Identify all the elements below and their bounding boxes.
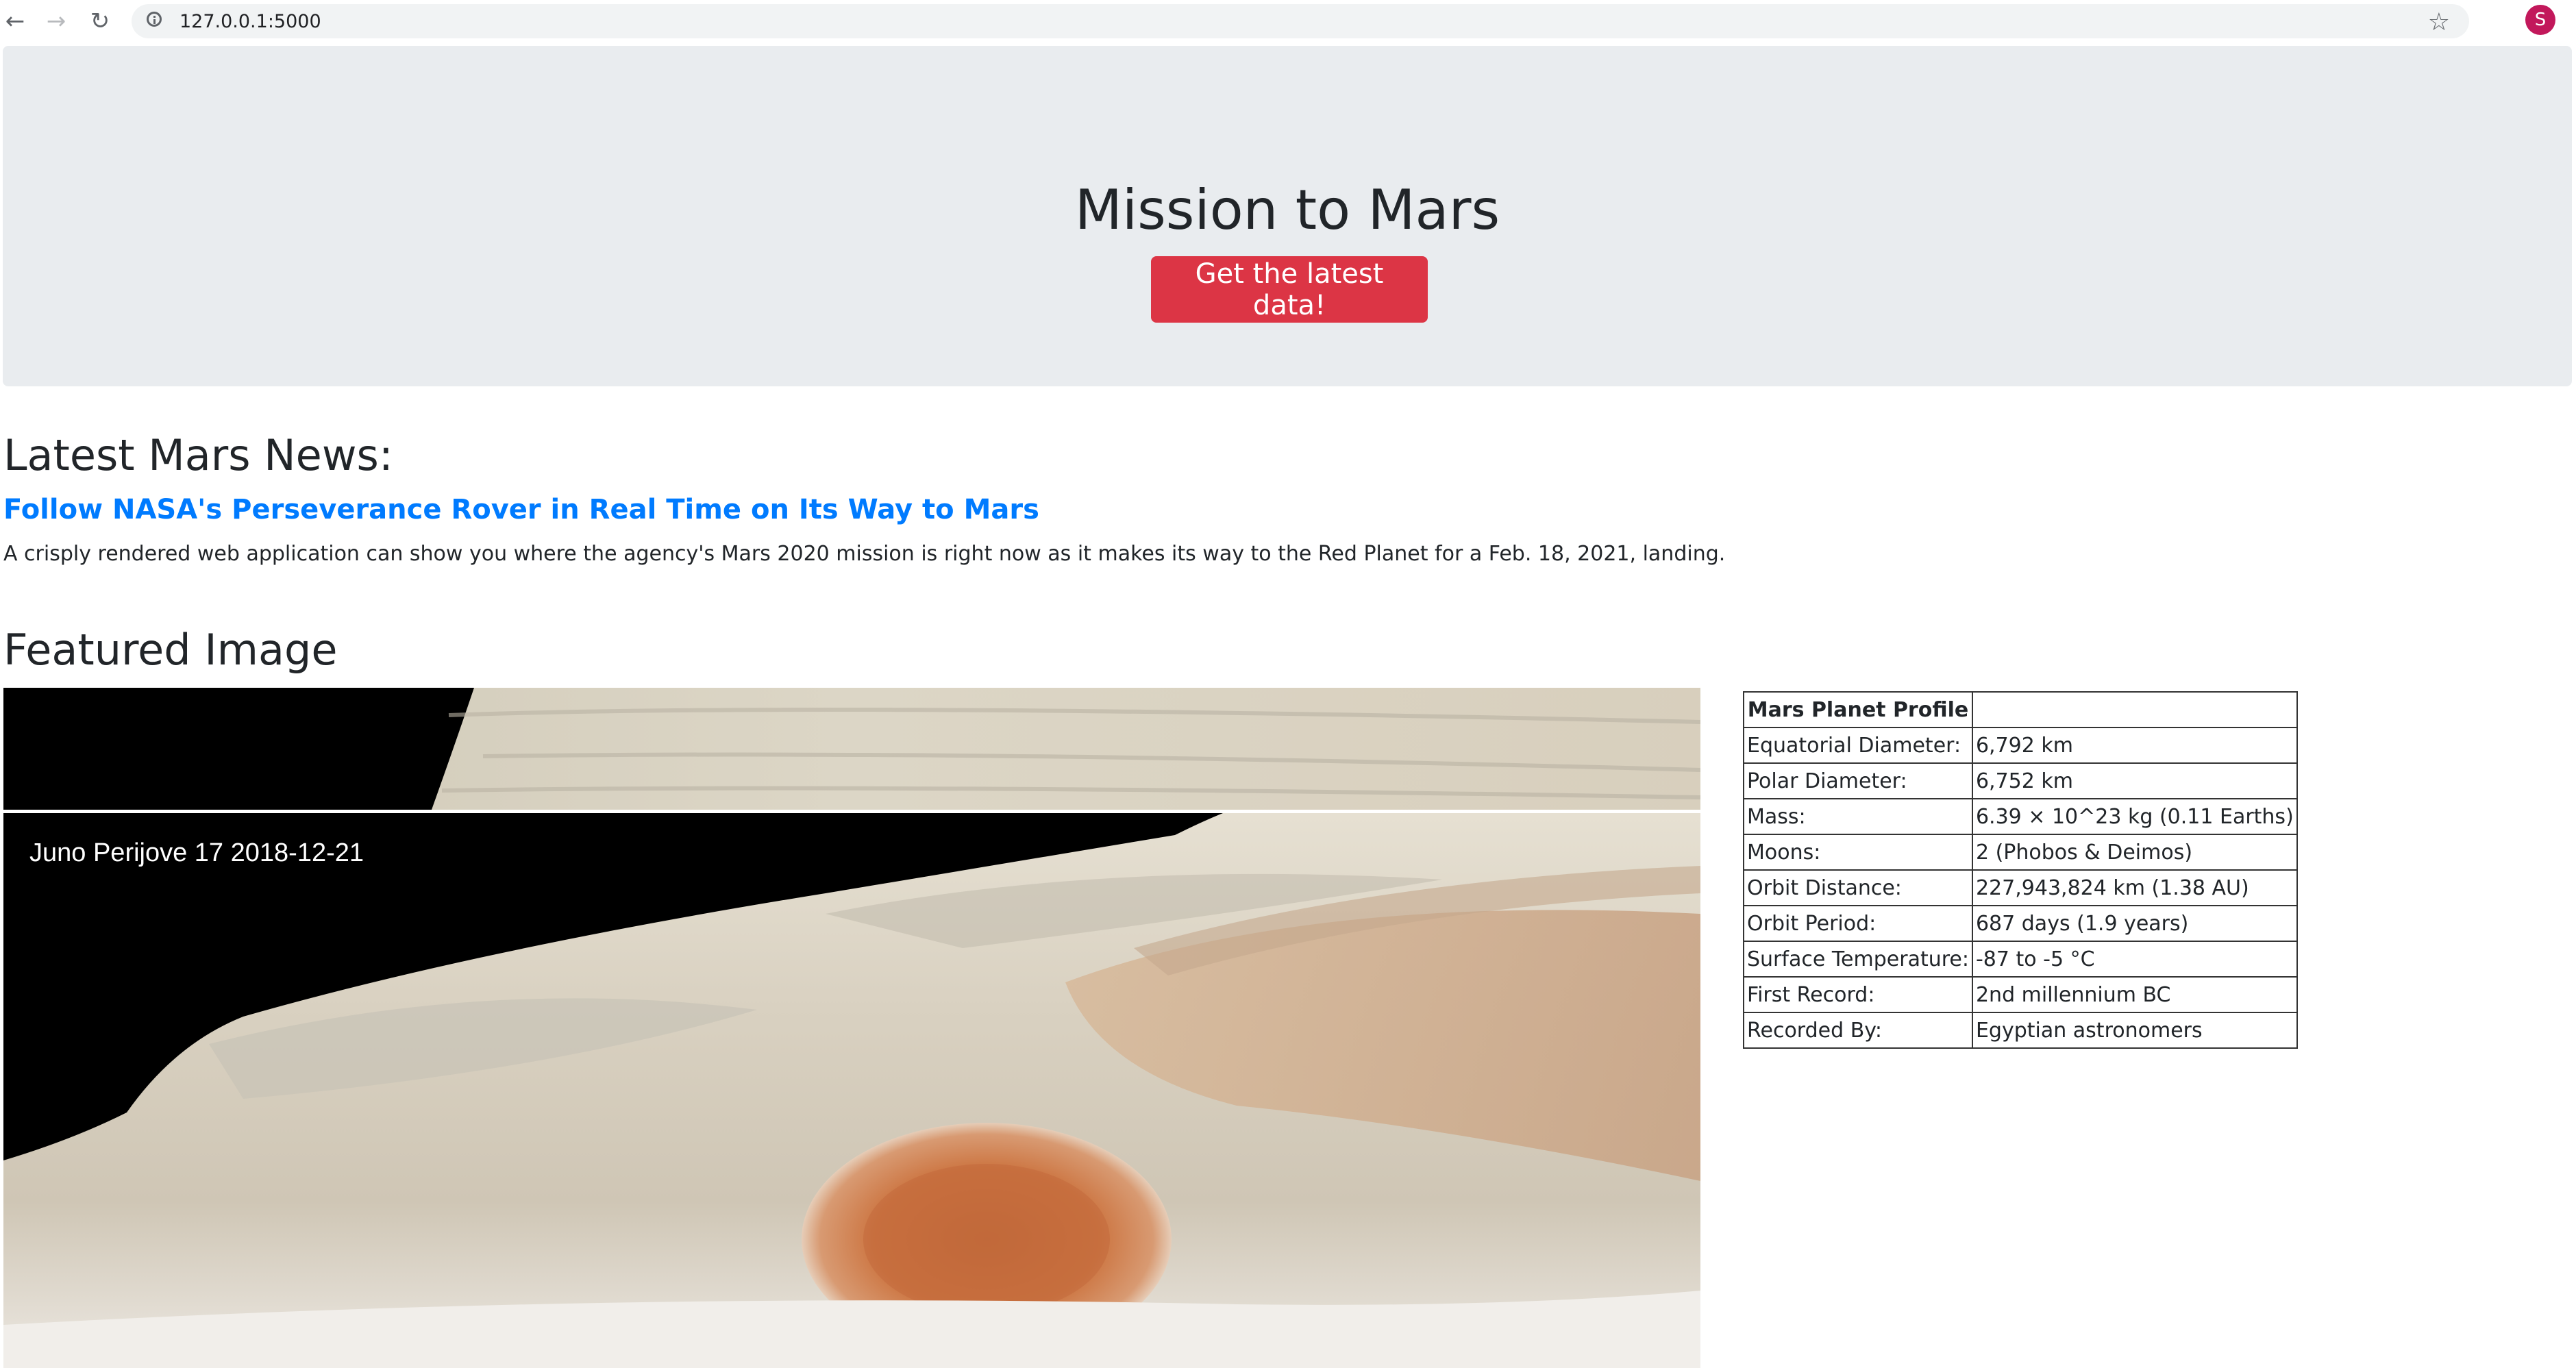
table-row: First Record: 2nd millennium BC (1743, 976, 2298, 1013)
profile-avatar[interactable]: S (2525, 5, 2555, 35)
fact-value: 227,943,824 km (1.38 AU) (1971, 869, 2298, 906)
featured-image-heading: Featured Image (3, 625, 338, 675)
fact-label: Recorded By: (1743, 1012, 1973, 1049)
url-text[interactable]: 127.0.0.1:5000 (179, 11, 321, 32)
table-header-value (1971, 691, 2298, 728)
featured-image: Juno Perijove 17 2018-12-21 (3, 688, 1700, 1368)
fact-value: 2nd millennium BC (1971, 976, 2298, 1013)
news-teaser: A crisply rendered web application can s… (3, 542, 1726, 566)
fact-label: Surface Temperature: (1743, 941, 1973, 978)
table-row: Moons: 2 (Phobos & Deimos) (1743, 834, 2298, 871)
fact-label: Mass: (1743, 798, 1973, 835)
news-heading: Latest Mars News: (3, 430, 393, 480)
table-row: Orbit Period: 687 days (1.9 years) (1743, 905, 2298, 942)
page-title: Mission to Mars (1074, 178, 1500, 242)
address-bar[interactable]: 127.0.0.1:5000 ☆ (132, 4, 2469, 38)
fact-label: Orbit Period: (1743, 905, 1973, 942)
mars-facts-table: Mars Planet Profile Equatorial Diameter:… (1743, 691, 2298, 1049)
bookmark-star-icon[interactable]: ☆ (2428, 8, 2450, 36)
table-header-row: Mars Planet Profile (1743, 691, 2298, 728)
reload-icon[interactable]: ↻ (85, 6, 115, 36)
fact-label: First Record: (1743, 976, 1973, 1013)
news-title-link[interactable]: Follow NASA's Perseverance Rover in Real… (3, 496, 1039, 523)
table-row: Recorded By: Egyptian astronomers (1743, 1012, 2298, 1049)
forward-arrow-icon[interactable]: → (41, 6, 71, 36)
fact-value: 6,792 km (1971, 727, 2298, 764)
jupiter-image (3, 688, 1700, 1368)
fact-value: -87 to -5 °C (1971, 941, 2298, 978)
fact-value: 6,752 km (1971, 762, 2298, 799)
fact-value: 2 (Phobos & Deimos) (1971, 834, 2298, 871)
table-header-label: Mars Planet Profile (1743, 691, 1973, 728)
fact-value: 6.39 × 10^23 kg (0.11 Earths) (1971, 798, 2298, 835)
table-row: Equatorial Diameter: 6,792 km (1743, 727, 2298, 764)
featured-image-caption: Juno Perijove 17 2018-12-21 (29, 838, 364, 867)
fact-label: Equatorial Diameter: (1743, 727, 1973, 764)
fact-label: Polar Diameter: (1743, 762, 1973, 799)
browser-toolbar: ← → ↻ 127.0.0.1:5000 ☆ S (0, 0, 2576, 42)
table-row: Surface Temperature: -87 to -5 °C (1743, 941, 2298, 978)
site-info-icon[interactable] (147, 12, 162, 27)
fact-label: Moons: (1743, 834, 1973, 871)
fact-label: Orbit Distance: (1743, 869, 1973, 906)
get-latest-data-button[interactable]: Get the latest data! (1151, 256, 1428, 323)
table-row: Orbit Distance: 227,943,824 km (1.38 AU) (1743, 869, 2298, 906)
fact-value: 687 days (1.9 years) (1971, 905, 2298, 942)
jumbotron-header: Mission to Mars Get the latest data! (3, 46, 2572, 386)
table-row: Polar Diameter: 6,752 km (1743, 762, 2298, 799)
table-row: Mass: 6.39 × 10^23 kg (0.11 Earths) (1743, 798, 2298, 835)
back-arrow-icon[interactable]: ← (0, 6, 30, 36)
fact-value: Egyptian astronomers (1971, 1012, 2298, 1049)
